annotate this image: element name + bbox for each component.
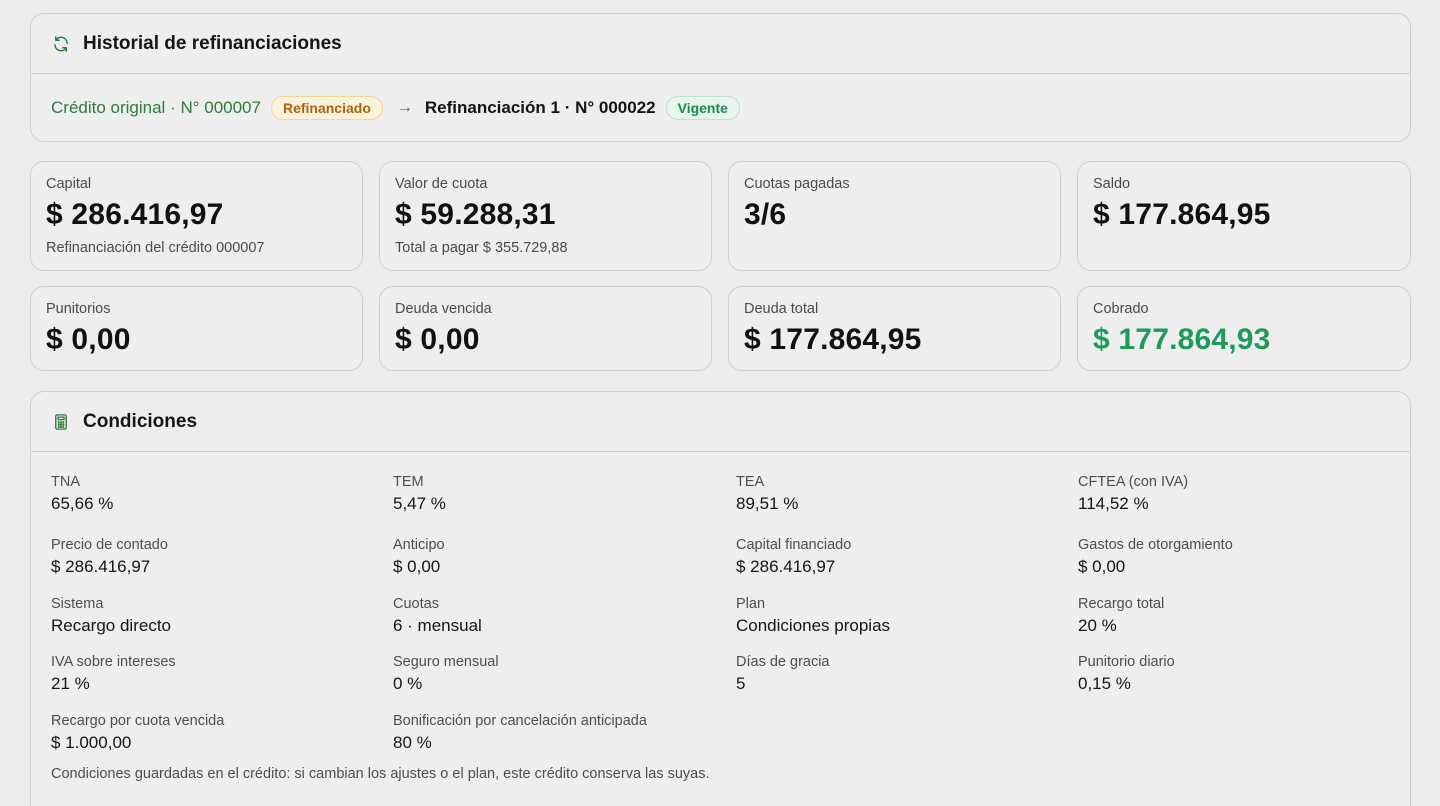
condition-plan: Plan Condiciones propias	[736, 596, 890, 636]
stat-card-total-debt: Deuda total $ 177.864,95	[728, 286, 1061, 371]
condition-installments: Cuotas 6 · mensual	[393, 596, 482, 636]
arrow-right-icon: →	[396, 98, 413, 116]
status-badge-active: Vigente	[665, 95, 740, 120]
condition-label: Capital financiado	[736, 537, 852, 553]
condition-value: $ 286.416,97	[736, 557, 836, 576]
condition-total-surcharge: Recargo total 20 %	[1078, 596, 1164, 636]
condition-value: $ 286.416,97	[51, 557, 151, 576]
stat-card-overdue-debt: Deuda vencida $ 0,00	[379, 286, 712, 371]
stat-card-installment-value: Valor de cuota $ 59.288,31 Total a pagar…	[379, 161, 712, 271]
stat-value: $ 177.864,95	[744, 323, 922, 356]
condition-value: 0 %	[393, 674, 423, 693]
condition-origination-fees: Gastos de otorgamiento $ 0,00	[1078, 537, 1233, 577]
condition-label: Punitorio diario	[1078, 654, 1175, 670]
stat-label: Cobrado	[1093, 301, 1149, 317]
stat-value: $ 177.864,95	[1093, 198, 1271, 231]
condition-value: $ 0,00	[1078, 557, 1126, 576]
condition-label: Plan	[736, 596, 766, 612]
condition-system: Sistema Recargo directo	[51, 596, 171, 636]
refresh-icon	[51, 34, 71, 54]
condition-tea: TEA 89,51 %	[736, 474, 798, 514]
refinancing-history-card: Historial de refinanciaciones Crédito or…	[30, 13, 1411, 142]
condition-value: 65,66 %	[51, 494, 114, 513]
history-header: Historial de refinanciaciones	[31, 14, 1410, 74]
stat-label: Deuda total	[744, 301, 819, 317]
condition-label: Días de gracia	[736, 654, 830, 670]
condition-label: Recargo total	[1078, 596, 1165, 612]
stat-card-collected: Cobrado $ 177.864,93	[1077, 286, 1411, 371]
condition-tna: TNA 65,66 %	[51, 474, 113, 514]
status-badge-refinanced: Refinanciado	[270, 95, 383, 120]
condition-label: Cuotas	[393, 596, 439, 612]
stat-subtext: Total a pagar $ 355.729,88	[395, 240, 568, 256]
condition-label: Bonificación por cancelación anticipada	[393, 713, 647, 729]
condition-value: 80 %	[393, 733, 432, 752]
condition-vat-interest: IVA sobre intereses 21 %	[51, 654, 176, 694]
condition-value: 20 %	[1078, 616, 1117, 635]
condition-label: Seguro mensual	[393, 654, 499, 670]
condition-label: TEA	[736, 474, 765, 490]
condition-value: $ 1.000,00	[51, 733, 132, 752]
condition-value: 114,52 %	[1078, 494, 1149, 513]
condition-value: 89,51 %	[736, 494, 799, 513]
stat-label: Saldo	[1093, 176, 1131, 192]
stat-label: Deuda vencida	[395, 301, 492, 317]
conditions-card: Condiciones TNA 65,66 % TEM 5,47 % TEA 8…	[30, 391, 1411, 806]
condition-label: Anticipo	[393, 537, 445, 553]
stat-value: $ 0,00	[395, 323, 480, 356]
stat-card-paid-installments: Cuotas pagadas 3/6	[728, 161, 1061, 271]
condition-cash-price: Precio de contado $ 286.416,97	[51, 537, 168, 577]
condition-financed-capital: Capital financiado $ 286.416,97	[736, 537, 851, 577]
stat-subtext: Refinanciación del crédito 000007	[46, 240, 265, 256]
condition-label: CFTEA (con IVA)	[1078, 474, 1189, 490]
history-title: Historial de refinanciaciones	[83, 32, 342, 54]
original-credit-link[interactable]: Crédito original · N° 000007	[51, 98, 261, 118]
condition-label: TEM	[393, 474, 424, 490]
stat-label: Valor de cuota	[395, 176, 488, 192]
condition-late-fee: Recargo por cuota vencida $ 1.000,00	[51, 713, 224, 753]
condition-value: 5	[736, 674, 746, 693]
conditions-title: Condiciones	[83, 410, 198, 432]
stat-value: $ 177.864,93	[1093, 323, 1271, 356]
calculator-icon	[51, 412, 71, 432]
condition-label: Gastos de otorgamiento	[1078, 537, 1233, 553]
condition-down-payment: Anticipo $ 0,00	[393, 537, 445, 577]
condition-value: 21 %	[51, 674, 90, 693]
stat-label: Cuotas pagadas	[744, 176, 850, 192]
condition-value: 0,15 %	[1078, 674, 1131, 693]
condition-value: Recargo directo	[51, 616, 172, 635]
stat-card-penalties: Punitorios $ 0,00	[30, 286, 363, 371]
stat-card-capital: Capital $ 286.416,97 Refinanciación del …	[30, 161, 363, 271]
stat-label: Capital	[46, 176, 92, 192]
stat-value: 3/6	[744, 198, 787, 231]
condition-label: Recargo por cuota vencida	[51, 713, 225, 729]
condition-label: Precio de contado	[51, 537, 168, 553]
stat-value: $ 59.288,31	[395, 198, 556, 231]
condition-grace-days: Días de gracia 5	[736, 654, 830, 694]
condition-value: Condiciones propias	[736, 616, 891, 635]
condition-tem: TEM 5,47 %	[393, 474, 446, 514]
conditions-header: Condiciones	[31, 392, 1410, 452]
condition-label: Sistema	[51, 596, 104, 612]
stat-card-balance: Saldo $ 177.864,95	[1077, 161, 1411, 271]
condition-label: IVA sobre intereses	[51, 654, 176, 670]
stat-label: Punitorios	[46, 301, 111, 317]
history-row: Crédito original · N° 000007 Refinanciad…	[31, 74, 1410, 141]
condition-monthly-insurance: Seguro mensual 0 %	[393, 654, 499, 694]
stat-value: $ 286.416,97	[46, 198, 224, 231]
condition-value: $ 0,00	[393, 557, 441, 576]
stat-value: $ 0,00	[46, 323, 131, 356]
refinancing-label: Refinanciación 1 · N° 000022	[424, 97, 656, 117]
condition-value: 6 · mensual	[393, 616, 482, 635]
condition-label: TNA	[51, 474, 80, 490]
condition-daily-penalty: Punitorio diario 0,15 %	[1078, 654, 1175, 694]
condition-cftea: CFTEA (con IVA) 114,52 %	[1078, 474, 1188, 514]
conditions-note: Condiciones guardadas en el crédito: si …	[51, 766, 710, 782]
condition-early-payment-bonus: Bonificación por cancelación anticipada …	[393, 713, 647, 753]
condition-value: 5,47 %	[393, 494, 446, 513]
